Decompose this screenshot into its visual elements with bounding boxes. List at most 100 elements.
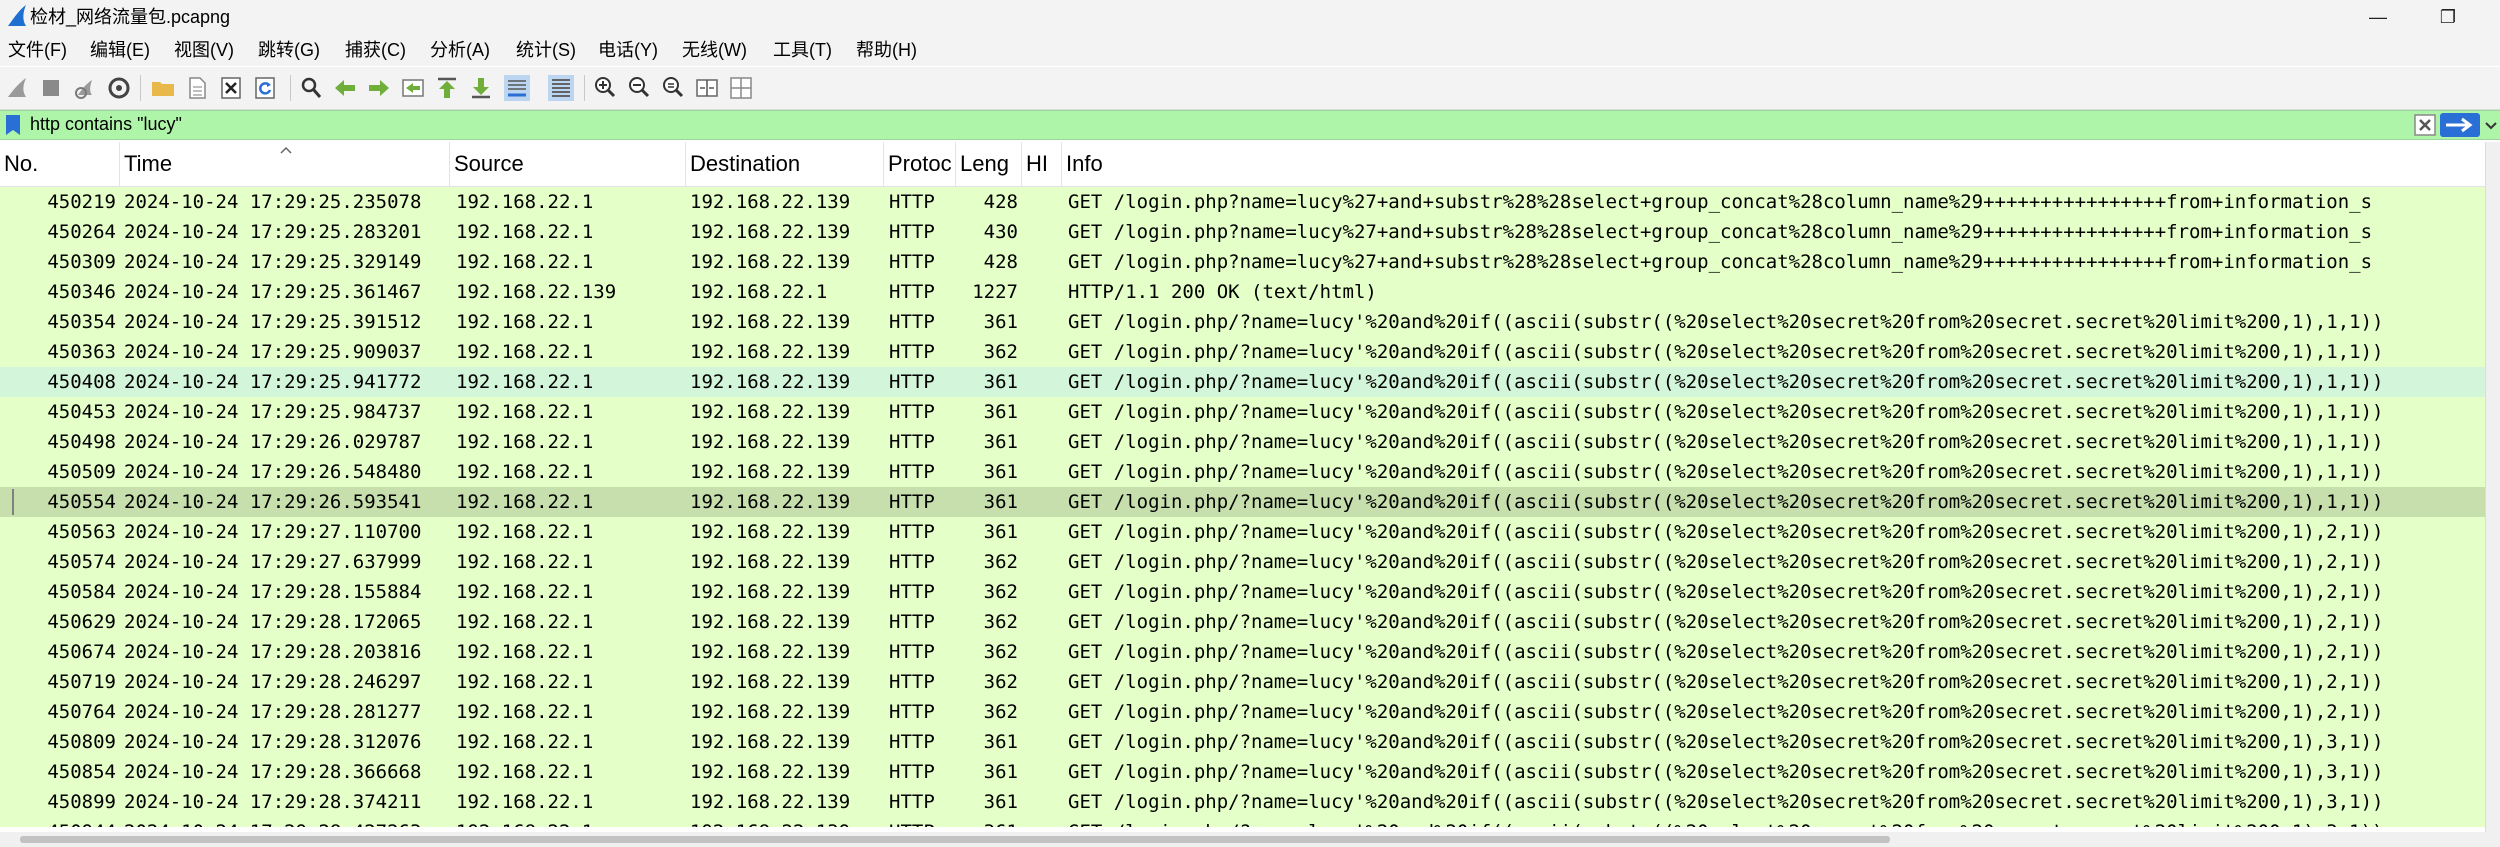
find-packet-icon[interactable]	[298, 75, 324, 101]
column-header-protocol[interactable]: Protoc	[884, 142, 956, 186]
packet-row[interactable]: 450574 2024-10-24 17:29:27.637999 192.168.…	[0, 547, 2485, 577]
reload-file-icon[interactable]	[252, 75, 278, 101]
horizontal-scrollbar[interactable]	[0, 832, 2500, 847]
horizontal-scrollbar-thumb[interactable]	[20, 836, 1890, 843]
zoom-out-icon[interactable]	[626, 75, 652, 101]
packet-row[interactable]: 450764 2024-10-24 17:29:28.281277 192.168.…	[0, 697, 2485, 727]
column-header-hi[interactable]: HI	[1022, 142, 1062, 186]
restart-capture-icon[interactable]	[72, 75, 98, 101]
zoom-in-icon[interactable]	[592, 75, 618, 101]
restore-button[interactable]: ❐	[2420, 0, 2476, 34]
packet-row[interactable]: 450563 2024-10-24 17:29:27.110700 192.168.…	[0, 517, 2485, 547]
packet-info: GET /login.php?name=lucy%27+and+substr%2…	[1068, 251, 2373, 273]
display-filter-input[interactable]	[30, 112, 2410, 136]
menu-help[interactable]: 帮助(H)	[856, 38, 917, 62]
packet-destination: 192.168.22.139	[690, 791, 851, 813]
packet-length: 362	[983, 341, 1018, 363]
window-title: 检材_网络流量包.pcapng	[30, 7, 231, 27]
packet-length: 1227	[972, 281, 1018, 303]
go-forward-icon[interactable]	[366, 75, 392, 101]
packet-number: 450363	[47, 341, 116, 363]
layout-panes-icon[interactable]	[728, 75, 754, 101]
packet-row[interactable]: 450498 2024-10-24 17:29:26.029787 192.168.…	[0, 427, 2485, 457]
go-to-packet-icon[interactable]	[400, 75, 426, 101]
packet-info: GET /login.php/?name=lucy'%20and%20if((a…	[1068, 551, 2384, 573]
minimize-button[interactable]: —	[2350, 0, 2406, 34]
packet-row-hovered[interactable]: 450408 2024-10-24 17:29:25.941772 192.168.…	[0, 367, 2485, 397]
packet-number: 450264	[47, 221, 116, 243]
packet-destination: 192.168.22.139	[690, 641, 851, 663]
packet-row[interactable]: 450854 2024-10-24 17:29:28.366668 192.168.…	[0, 757, 2485, 787]
stop-capture-icon[interactable]	[38, 75, 64, 101]
wireshark-fin-icon	[8, 5, 26, 26]
packet-row[interactable]: 450809 2024-10-24 17:29:28.312076 192.168.…	[0, 727, 2485, 757]
packet-length: 362	[983, 611, 1018, 633]
auto-scroll-icon[interactable]	[504, 75, 530, 101]
toolbar-separator	[584, 75, 585, 101]
column-header-destination[interactable]: Destination	[686, 142, 884, 186]
packet-source: 192.168.22.1	[456, 671, 594, 693]
menu-statistics[interactable]: 统计(S)	[516, 38, 576, 62]
display-filter-bar	[0, 110, 2500, 140]
packet-row[interactable]: 450509 2024-10-24 17:29:26.548480 192.168.…	[0, 457, 2485, 487]
packet-row[interactable]: 450354 2024-10-24 17:29:25.391512 192.168.…	[0, 307, 2485, 337]
packet-row-selected[interactable]: 450554 2024-10-24 17:29:26.593541 192.168.…	[0, 487, 2485, 517]
packet-time: 2024-10-24 17:29:25.235078	[124, 191, 422, 213]
packet-row[interactable]: 450309 2024-10-24 17:29:25.329149 192.168.…	[0, 247, 2485, 277]
packet-row[interactable]: 450899 2024-10-24 17:29:28.374211 192.168.…	[0, 787, 2485, 817]
menu-telephony[interactable]: 电话(Y)	[598, 38, 658, 62]
packet-row[interactable]: 450629 2024-10-24 17:29:28.172065 192.168.…	[0, 607, 2485, 637]
capture-options-icon[interactable]	[106, 75, 132, 101]
packet-row[interactable]: 450363 2024-10-24 17:29:25.909037 192.168.…	[0, 337, 2485, 367]
packet-row[interactable]: 450453 2024-10-24 17:29:25.984737 192.168.…	[0, 397, 2485, 427]
menu-analyze[interactable]: 分析(A)	[430, 38, 490, 62]
go-last-packet-icon[interactable]	[468, 75, 494, 101]
column-header-source[interactable]: Source	[450, 142, 686, 186]
go-back-icon[interactable]	[332, 75, 358, 101]
menu-capture[interactable]: 捕获(C)	[345, 38, 406, 62]
packet-source: 192.168.22.1	[456, 817, 593, 827]
packet-destination: 192.168.22.139	[690, 401, 851, 423]
packet-length: 361	[950, 817, 1018, 827]
save-file-icon[interactable]	[184, 75, 210, 101]
column-header-length[interactable]: Leng	[956, 142, 1022, 186]
column-header-info[interactable]: Info	[1062, 142, 2485, 186]
filter-bookmark-icon[interactable]	[4, 114, 22, 136]
packet-list-header: No. Time Source Destination Protoc Leng …	[0, 142, 2485, 187]
packet-row[interactable]: 450674 2024-10-24 17:29:28.203816 192.168.…	[0, 637, 2485, 667]
colorize-list-icon[interactable]	[548, 75, 574, 101]
packet-time: 2024-10-24 17:29:28.427263	[124, 817, 421, 827]
menu-view[interactable]: 视图(V)	[174, 38, 234, 62]
packet-protocol: HTTP	[889, 581, 935, 603]
packet-info: GET /login.php/?name=lucy'%20and%20if((a…	[1068, 431, 2384, 453]
packet-source: 192.168.22.1	[456, 581, 594, 603]
column-header-no[interactable]: No.	[0, 142, 120, 186]
vertical-scrollbar[interactable]	[2485, 142, 2500, 832]
menu-tools[interactable]: 工具(T)	[773, 38, 832, 62]
packet-info: GET /login.php/?name=lucy'%20and%20if((a…	[1068, 341, 2384, 363]
packet-row[interactable]: 450584 2024-10-24 17:29:28.155884 192.168.…	[0, 577, 2485, 607]
filter-history-dropdown-icon[interactable]	[2484, 114, 2498, 136]
apply-filter-icon[interactable]	[2440, 113, 2480, 137]
packet-row[interactable]: 450346 2024-10-24 17:29:25.361467 192.168.…	[0, 277, 2485, 307]
menu-wireless[interactable]: 无线(W)	[682, 38, 747, 62]
packet-number: 450584	[47, 581, 116, 603]
menu-edit[interactable]: 编辑(E)	[90, 38, 150, 62]
packet-info: GET /login.php/?name=lucy'%20and%20if((a…	[1068, 761, 2384, 783]
packet-length: 362	[983, 551, 1018, 573]
resize-columns-icon[interactable]	[694, 75, 720, 101]
packet-source: 192.168.22.1	[456, 701, 594, 723]
menu-file[interactable]: 文件(F)	[8, 38, 67, 62]
start-capture-icon[interactable]	[4, 75, 30, 101]
open-folder-icon[interactable]	[150, 75, 176, 101]
packet-row[interactable]: 450264 2024-10-24 17:29:25.283201 192.168.…	[0, 217, 2485, 247]
packet-row[interactable]: 450719 2024-10-24 17:29:28.246297 192.168.…	[0, 667, 2485, 697]
normal-size-icon[interactable]	[660, 75, 686, 101]
packet-source: 192.168.22.1	[456, 311, 594, 333]
close-file-icon[interactable]	[218, 75, 244, 101]
menu-go[interactable]: 跳转(G)	[258, 38, 320, 62]
packet-row[interactable]: 450219 2024-10-24 17:29:25.235078 192.168.…	[0, 187, 2485, 217]
go-first-packet-icon[interactable]	[434, 75, 460, 101]
packet-row[interactable]: 450944 2024-10-24 17:29:28.427263 192.168.…	[0, 817, 2485, 827]
clear-filter-icon[interactable]	[2414, 114, 2436, 136]
